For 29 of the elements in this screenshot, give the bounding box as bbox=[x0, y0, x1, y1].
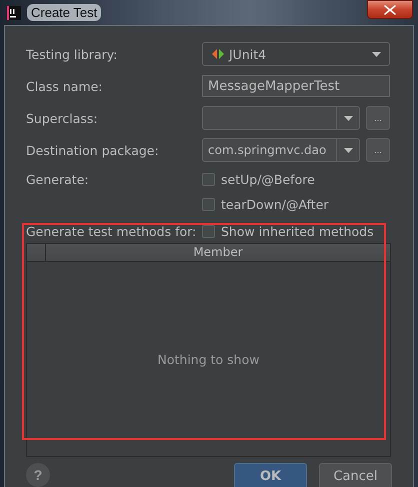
close-icon bbox=[384, 4, 396, 14]
field-label: Testing library: bbox=[26, 46, 118, 62]
app-logo-icon bbox=[7, 6, 21, 20]
field-label: Generate: bbox=[26, 172, 90, 186]
library-dropdown[interactable]: JUnit4 bbox=[202, 42, 390, 66]
junit-icon bbox=[212, 49, 224, 59]
cancel-button[interactable]: Cancel bbox=[319, 463, 392, 487]
close-button[interactable] bbox=[367, 0, 413, 19]
checkbox-option[interactable]: setUp/@Before bbox=[202, 172, 315, 186]
class-name-field[interactable]: MessageMapperTest bbox=[202, 75, 390, 97]
caret-icon bbox=[344, 116, 352, 120]
window-title: Create Test bbox=[27, 4, 102, 21]
dropdown-value: JUnit4 bbox=[229, 46, 266, 62]
caret-icon bbox=[372, 52, 381, 56]
checkbox-option[interactable]: tearDown/@After bbox=[202, 196, 329, 212]
combo-field[interactable]: com.springmvc.dao bbox=[202, 138, 360, 162]
browse-button[interactable]: ... bbox=[366, 138, 390, 162]
checkbox-option[interactable]: Show inherited methods bbox=[202, 224, 374, 238]
caret-icon bbox=[344, 148, 352, 152]
combo-field[interactable] bbox=[202, 106, 360, 130]
help-button[interactable]: ? bbox=[26, 463, 50, 487]
combo-value: com.springmvc.dao bbox=[207, 143, 328, 157]
browse-button[interactable]: ... bbox=[366, 106, 390, 130]
ok-button[interactable]: OK bbox=[234, 463, 307, 487]
field-label: Class name: bbox=[26, 78, 104, 94]
field-label: Destination package: bbox=[26, 142, 160, 158]
field-label: Superclass: bbox=[26, 110, 99, 126]
empty-message: Nothing to show bbox=[158, 352, 260, 366]
field-label: Generate test methods for: bbox=[26, 224, 198, 238]
